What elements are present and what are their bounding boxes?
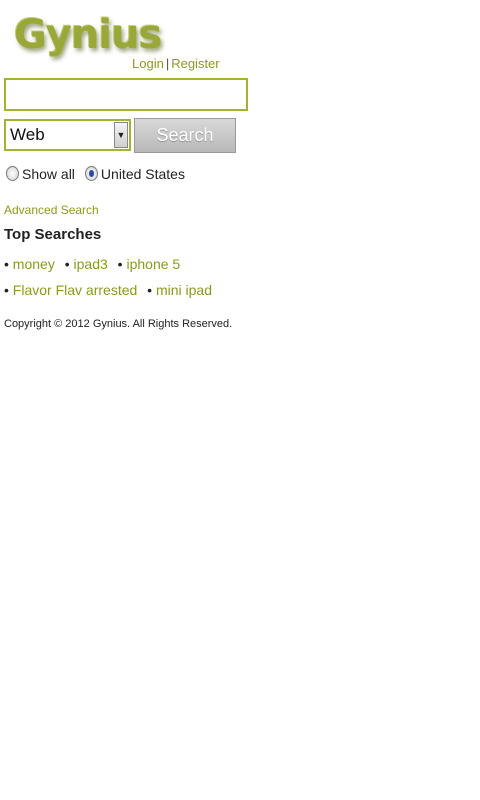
bullet: • (117, 256, 123, 272)
united-states-label: United States (100, 166, 185, 182)
bullet: • (64, 256, 70, 272)
top-searches-list: • money • ipad3 • iphone 5 • Flavor Flav… (4, 251, 254, 303)
show-all-radio[interactable] (6, 165, 19, 181)
top-search-link-money[interactable]: money (13, 256, 55, 272)
top-search-link-ipad3[interactable]: ipad3 (74, 256, 108, 272)
top-searches-title: Top Searches (4, 226, 102, 243)
top-search-link-flavor-flav-arrested[interactable]: Flavor Flav arrested (13, 282, 137, 298)
show-all-label: Show all (22, 166, 75, 182)
register-link[interactable]: Register (171, 56, 219, 71)
copyright-text: Copyright © 2012 Gynius. All Rights Rese… (4, 318, 233, 330)
top-search-item: • money (4, 251, 55, 277)
top-search-link-iphone-5[interactable]: iphone 5 (126, 256, 180, 272)
search-scope-value: Web (10, 125, 45, 144)
advanced-search-link[interactable]: Advanced Search (4, 203, 99, 217)
bullet: • (147, 282, 153, 298)
top-search-item: • Flavor Flav arrested (4, 277, 137, 303)
top-search-item: • mini ipad (147, 277, 212, 303)
top-search-link-mini-ipad[interactable]: mini ipad (156, 282, 212, 298)
auth-links: Login | Register (132, 56, 220, 71)
search-input[interactable] (4, 78, 248, 111)
search-scope-select[interactable]: Web ▼ (4, 119, 131, 151)
united-states-radio[interactable] (84, 165, 98, 181)
search-button[interactable]: Search (134, 118, 236, 153)
show-all-option[interactable]: Show all (6, 165, 75, 182)
region-filter: Show all United States (6, 165, 195, 182)
bullet: • (4, 256, 9, 272)
bullet: • (4, 282, 9, 298)
top-search-item: • iphone 5 (118, 251, 181, 277)
login-link[interactable]: Login (132, 56, 164, 71)
top-search-item: • ipad3 (65, 251, 108, 277)
gynius-logo[interactable]: Gynius (14, 10, 162, 60)
united-states-option[interactable]: United States (84, 165, 185, 182)
page: Gynius Login | Register Web ▼ Search Show … (0, 0, 480, 800)
dropdown-arrow-icon[interactable]: ▼ (114, 122, 128, 148)
